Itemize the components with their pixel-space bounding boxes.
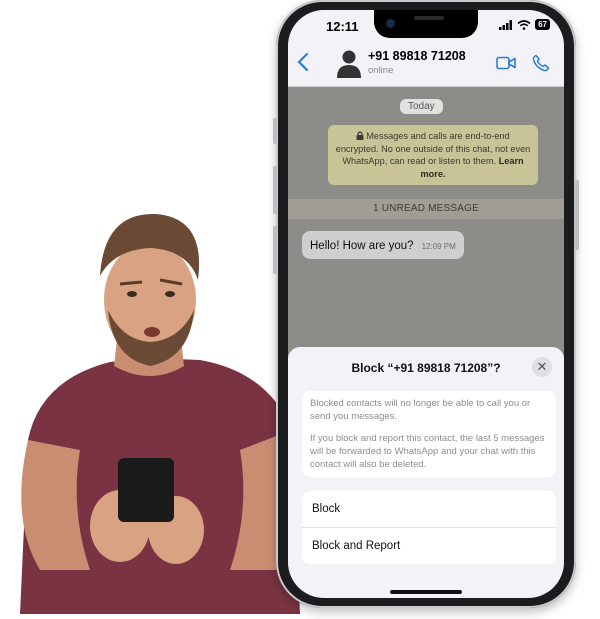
phone-call-icon[interactable] xyxy=(532,54,550,72)
report-info-text: If you block and report this contact, th… xyxy=(310,433,545,470)
person-illustration xyxy=(0,190,320,614)
wifi-icon xyxy=(517,19,531,30)
chat-header: +91 89818 71208 online xyxy=(288,42,564,87)
front-camera xyxy=(386,19,395,28)
block-button[interactable]: Block xyxy=(302,491,556,527)
dynamic-notch xyxy=(374,10,478,38)
block-info-card: Blocked contacts will no longer be able … xyxy=(302,391,556,477)
encryption-notice[interactable]: Messages and calls are end-to-end encryp… xyxy=(328,125,538,185)
status-icons: 67 xyxy=(499,19,550,30)
phone-screen: 12:11 67 +91 89818 71208 online Today Me… xyxy=(288,10,564,598)
battery-icon: 67 xyxy=(535,19,550,30)
lock-icon xyxy=(356,131,364,140)
unread-banner: 1 UNREAD MESSAGE xyxy=(288,199,564,219)
block-sheet: Block “+91 89818 71208”? ✕ Blocked conta… xyxy=(288,347,564,598)
power-button xyxy=(575,180,579,250)
block-sheet-title: Block “+91 89818 71208”? xyxy=(351,361,501,375)
message-time: 12:09 PM xyxy=(421,242,456,251)
close-icon[interactable]: ✕ xyxy=(532,357,552,377)
block-actions: Block Block and Report xyxy=(302,491,556,564)
phone-mockup: 12:11 67 +91 89818 71208 online Today Me… xyxy=(273,0,579,608)
home-indicator[interactable] xyxy=(390,590,462,594)
chat-area: Today Messages and calls are end-to-end … xyxy=(288,87,564,357)
status-bar: 12:11 67 xyxy=(288,10,564,42)
status-time: 12:11 xyxy=(326,19,359,34)
video-call-icon[interactable] xyxy=(496,56,516,70)
block-and-report-button[interactable]: Block and Report xyxy=(302,527,556,564)
signal-icon xyxy=(499,19,513,30)
volume-up-button xyxy=(273,166,277,214)
date-chip: Today xyxy=(400,99,443,114)
block-info-text: Blocked contacts will no longer be able … xyxy=(310,398,531,422)
avatar-icon[interactable] xyxy=(336,48,362,78)
volume-down-button xyxy=(273,226,277,274)
message-text: Hello! How are you? xyxy=(310,240,414,252)
mute-switch xyxy=(273,118,277,144)
speaker-grille xyxy=(414,16,444,20)
contact-status: online xyxy=(368,65,394,76)
contact-name[interactable]: +91 89818 71208 xyxy=(368,49,466,63)
back-chevron-icon[interactable] xyxy=(296,52,310,72)
message-bubble[interactable]: Hello! How are you? 12:09 PM xyxy=(302,231,464,259)
